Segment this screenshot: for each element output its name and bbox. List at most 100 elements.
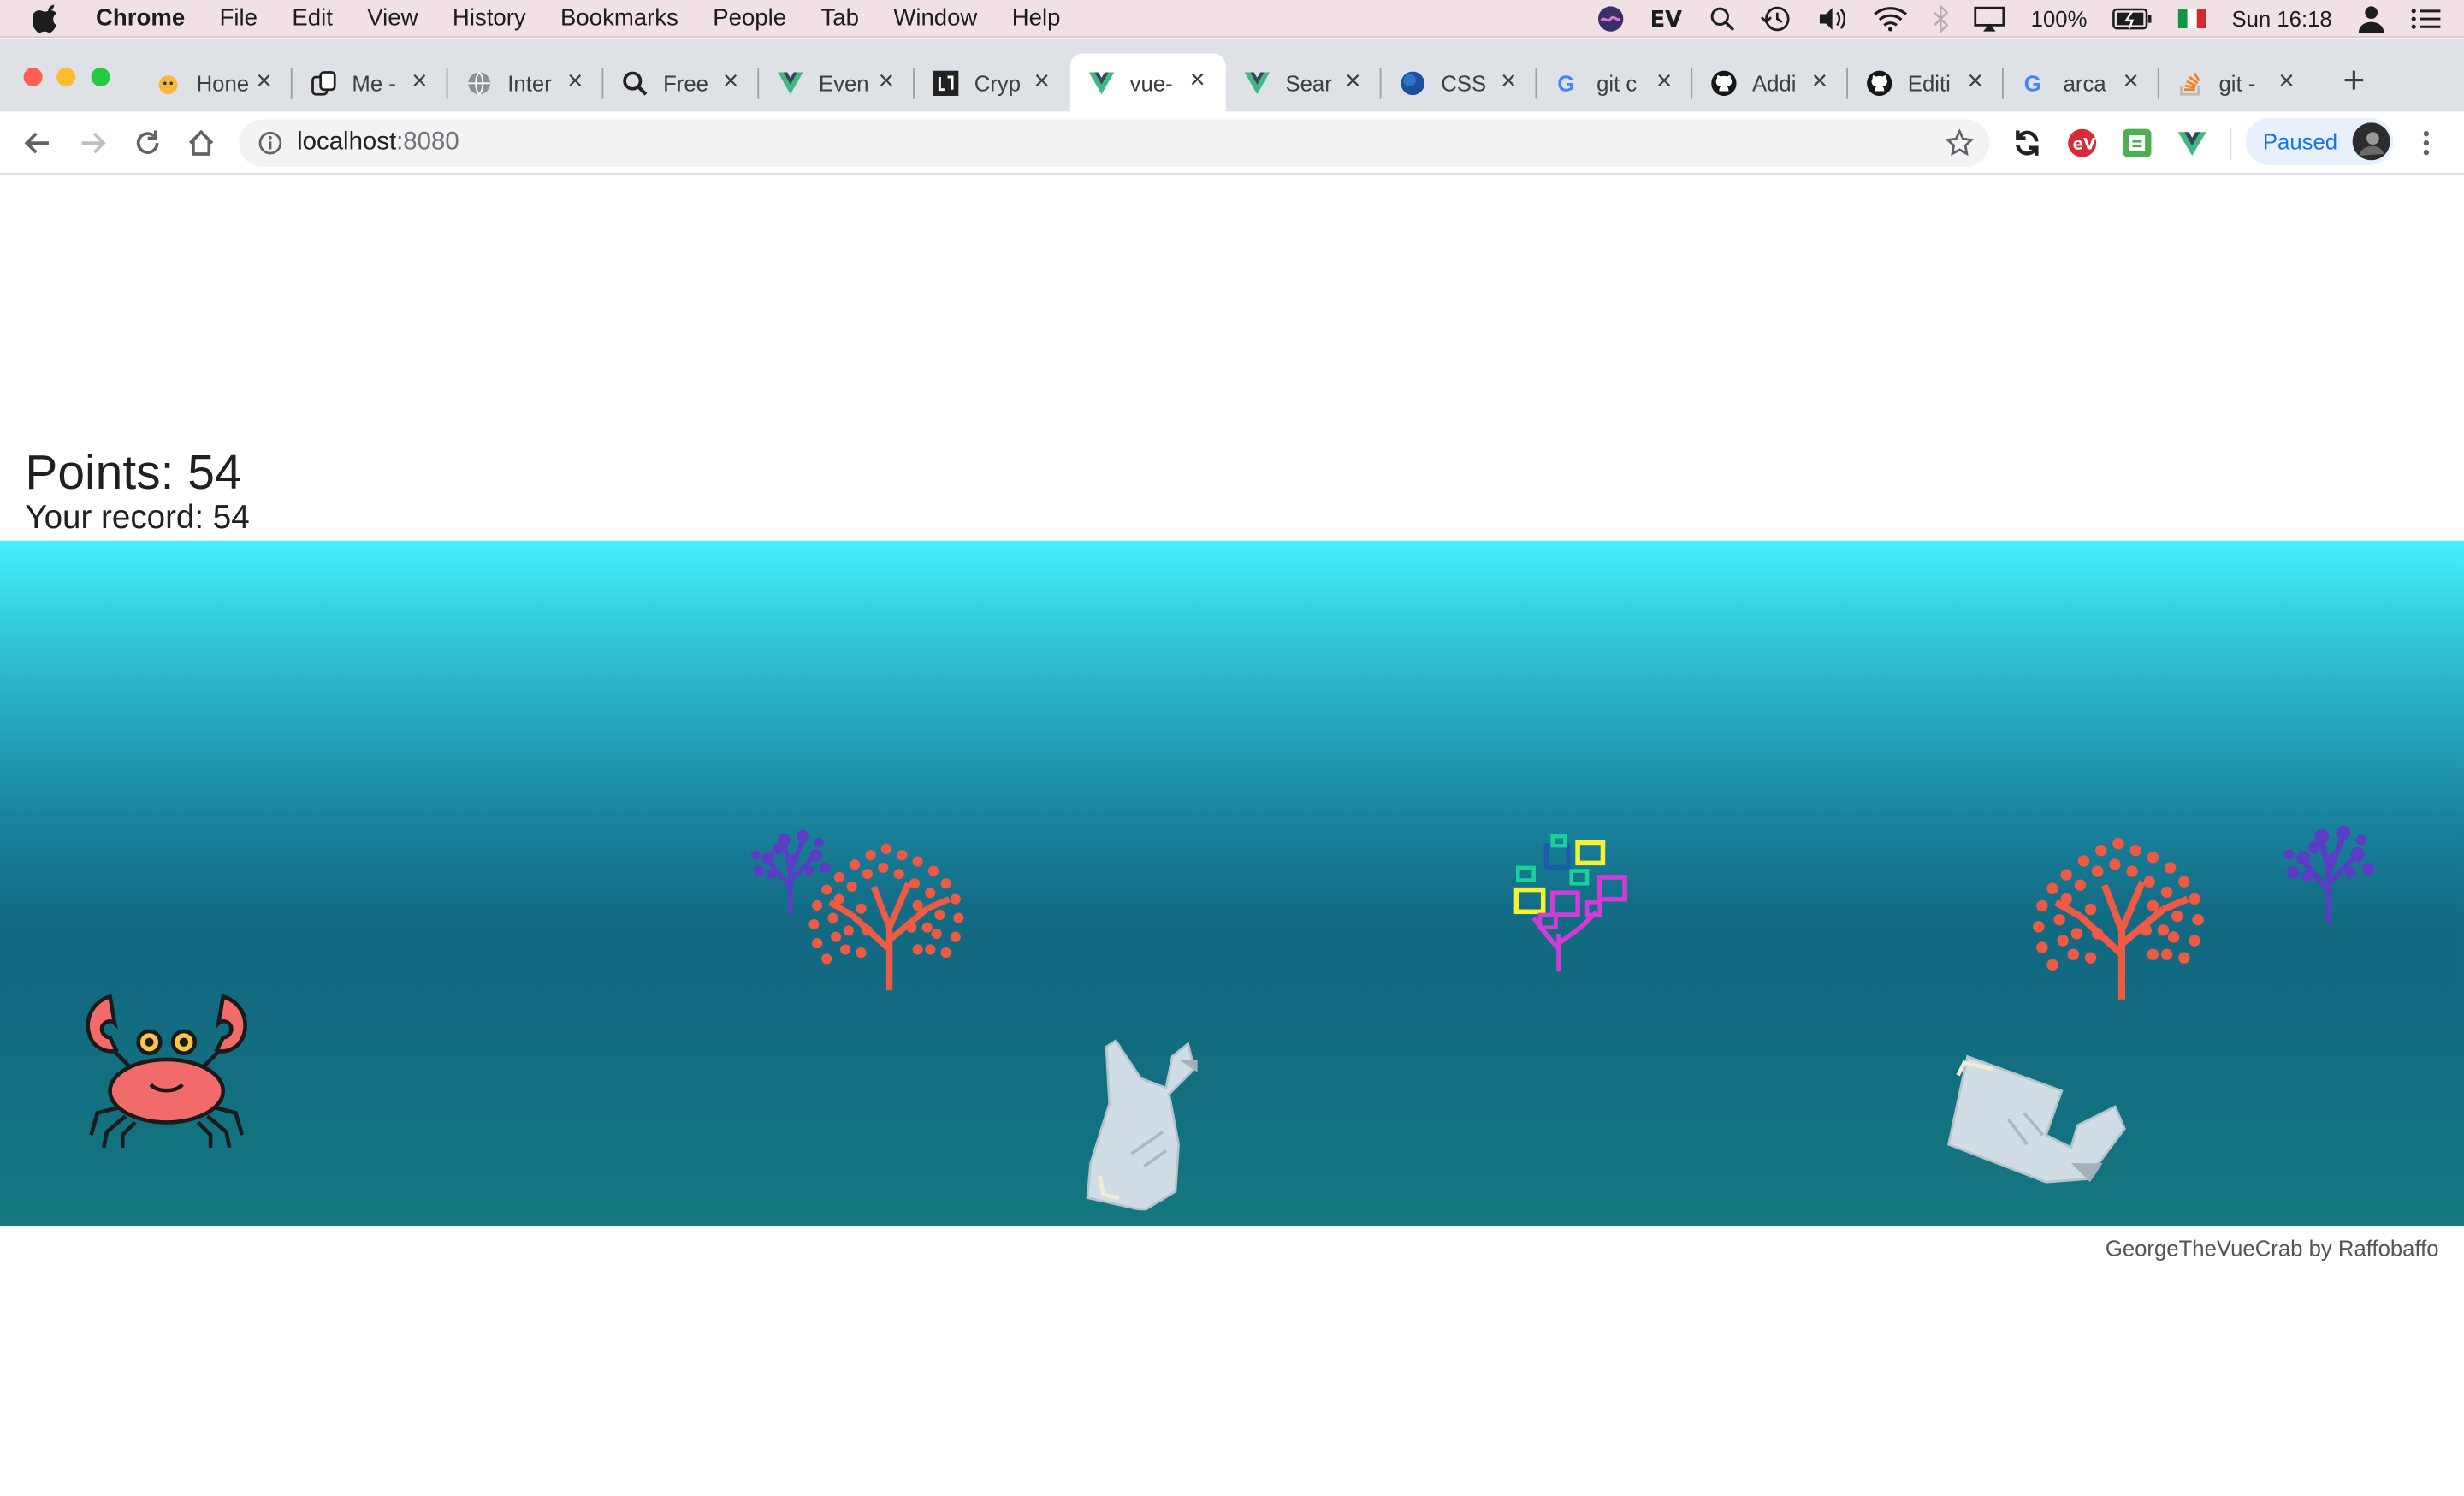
spotlight-search-icon[interactable]	[1710, 6, 1735, 32]
tab-6-active[interactable]: vue- ×	[1069, 53, 1226, 112]
reload-icon[interactable]	[132, 128, 163, 159]
stackoverflow-icon	[2178, 71, 2203, 96]
tab-title: arca	[2063, 70, 2106, 97]
close-tab-icon[interactable]: ×	[1341, 68, 1365, 94]
vue-devtools-icon[interactable]	[2177, 128, 2208, 159]
tab-0[interactable]: Hone ×	[137, 55, 293, 111]
close-tab-icon[interactable]: ×	[2118, 68, 2143, 94]
express-vpn-extension-icon[interactable]: eV	[2066, 128, 2098, 159]
close-tab-icon[interactable]: ×	[1185, 66, 1210, 92]
battery-icon[interactable]	[2112, 8, 2153, 30]
clock[interactable]: Sun 16:18	[2231, 6, 2331, 31]
address-bar[interactable]: localhost:8080	[239, 119, 1990, 167]
points-counter: Points: 54	[25, 444, 242, 501]
close-tab-icon[interactable]: ×	[1651, 68, 1676, 94]
wifi-icon[interactable]	[1874, 6, 1908, 32]
tab-2[interactable]: Inter ×	[447, 55, 604, 111]
url-port: :8080	[396, 128, 459, 156]
honey-icon	[156, 71, 181, 96]
menu-people[interactable]: People	[713, 5, 786, 32]
site-info-icon[interactable]	[258, 130, 282, 155]
george-crab[interactable]	[79, 990, 255, 1150]
tab-title: Me -	[352, 70, 396, 97]
back-arrow-icon[interactable]	[22, 128, 54, 159]
siri-icon[interactable]	[1597, 5, 1626, 33]
menu-app-name[interactable]: Chrome	[96, 5, 185, 32]
plastic-bag	[1086, 1039, 1198, 1211]
italian-flag-icon[interactable]	[2177, 9, 2207, 29]
menu-edit[interactable]: Edit	[292, 5, 332, 32]
menu-extras: EV 100% Sun 16:18	[1597, 0, 2443, 38]
close-tab-icon[interactable]: ×	[2274, 68, 2299, 94]
tab-title: CSS	[1441, 70, 1487, 97]
tab-title: Hone	[196, 70, 250, 97]
globe-icon	[467, 71, 492, 96]
volume-icon[interactable]	[1817, 6, 1849, 31]
url-host: localhost	[297, 128, 397, 156]
tab-5[interactable]: Cryp ×	[915, 55, 1070, 111]
menu-help[interactable]: Help	[1012, 5, 1061, 32]
menu-history[interactable]: History	[453, 5, 526, 32]
svg-text:G: G	[2024, 73, 2041, 97]
search-icon	[622, 71, 648, 96]
tab-7[interactable]: Sear ×	[1226, 55, 1382, 111]
tab-4[interactable]: Even ×	[759, 55, 915, 111]
tab-1[interactable]: Me - ×	[293, 55, 448, 111]
tab-title: git -	[2218, 70, 2256, 97]
menu-window[interactable]: Window	[893, 5, 977, 32]
close-tab-icon[interactable]: ×	[1029, 68, 1054, 94]
airplay-icon[interactable]	[1975, 6, 2006, 32]
print-extension-icon[interactable]	[2122, 128, 2153, 159]
home-icon[interactable]	[186, 128, 217, 159]
zoom-window-button[interactable]	[91, 67, 110, 87]
url-text[interactable]: localhost:8080	[297, 129, 459, 157]
close-tab-icon[interactable]: ×	[1963, 68, 1987, 94]
new-tab-button[interactable]: +	[2337, 62, 2371, 100]
time-machine-icon[interactable]	[1761, 5, 1792, 33]
github-icon	[1711, 70, 1737, 97]
profile-paused-button[interactable]: Paused	[2245, 117, 2394, 165]
close-tab-icon[interactable]: ×	[874, 68, 898, 94]
apple-icon[interactable]	[33, 3, 62, 33]
purple-coral	[2283, 825, 2375, 923]
close-tab-icon[interactable]: ×	[407, 68, 432, 94]
tab-3[interactable]: Free ×	[603, 55, 760, 111]
tab-title: Addi	[1751, 70, 1797, 97]
crypto-icon	[933, 70, 959, 97]
close-tab-icon[interactable]: ×	[1807, 68, 1832, 94]
chrome-menu-icon[interactable]	[2414, 128, 2438, 159]
express-vpn-icon[interactable]: EV	[1650, 6, 1685, 32]
sync-extension-icon[interactable]	[2011, 128, 2043, 159]
bluetooth-icon[interactable]	[1934, 4, 1950, 33]
tab-11[interactable]: Editi ×	[1848, 55, 2004, 111]
minimize-window-button[interactable]	[56, 67, 76, 87]
tab-10[interactable]: Addi ×	[1692, 55, 1848, 111]
avatar	[2352, 122, 2390, 161]
browser-toolbar: localhost:8080 eV Paused	[0, 111, 2464, 175]
google-icon: G	[1555, 71, 1580, 97]
menu-bookmarks[interactable]: Bookmarks	[560, 5, 678, 32]
tab-12[interactable]: G arca ×	[2004, 55, 2159, 111]
tab-title: Cryp	[974, 70, 1022, 97]
github-icon	[1867, 70, 1892, 97]
menu-tab[interactable]: Tab	[820, 5, 858, 32]
user-icon[interactable]	[2357, 5, 2385, 33]
tab-8[interactable]: CSS ×	[1381, 55, 1537, 111]
close-tab-icon[interactable]: ×	[563, 68, 588, 94]
tab-title: Even	[818, 70, 869, 97]
close-tab-icon[interactable]: ×	[252, 68, 276, 94]
tab-13[interactable]: git - ×	[2159, 55, 2315, 111]
vue-icon	[778, 71, 803, 96]
menu-file[interactable]: File	[220, 5, 258, 32]
forward-arrow-icon[interactable]	[77, 128, 109, 159]
svg-text:G: G	[1557, 73, 1574, 97]
close-tab-icon[interactable]: ×	[1496, 68, 1521, 94]
game-sea[interactable]	[0, 540, 2464, 1226]
close-window-button[interactable]	[23, 67, 43, 87]
close-tab-icon[interactable]: ×	[718, 68, 743, 94]
red-coral	[808, 843, 964, 991]
bookmark-star-icon[interactable]	[1945, 128, 1974, 157]
tab-9[interactable]: G git c ×	[1537, 55, 1693, 111]
notification-center-icon[interactable]	[2411, 6, 2443, 31]
menu-view[interactable]: View	[367, 5, 418, 32]
